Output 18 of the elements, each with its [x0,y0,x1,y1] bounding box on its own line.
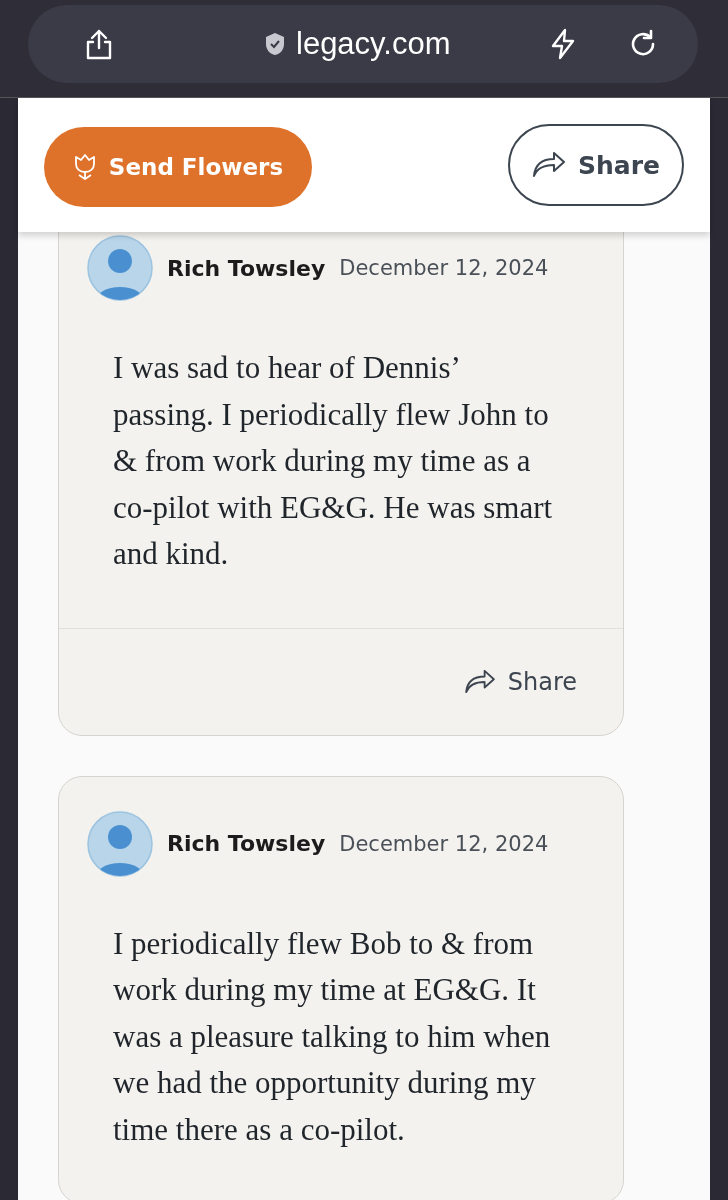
condolence-message: I was sad to hear of Dennis’ passing. I periodically flew John to & from work during my time as a co-pilot with EG&G. He was smart and kind. [113,349,553,573]
address-bar[interactable]: legacy.com [28,5,698,83]
shield-icon [264,32,286,56]
tulip-icon [72,153,97,181]
author-name: Rich Towsley [167,831,326,856]
lightning-icon[interactable] [550,28,576,60]
share-arrow-icon [532,152,566,178]
author-name: Rich Towsley [167,255,326,281]
post-date: December 12, 2024 [339,831,549,856]
share-link[interactable]: Share [457,666,583,697]
share-arrow-icon [463,669,496,694]
share-button[interactable]: Share [508,124,684,206]
avatar-icon [87,235,153,301]
condolence-message: I periodically flew Bob to & from work during my time at EG&G. It was a pleasure talking to him when we had the opportunity during my time there as a co-pilot. [113,924,552,1149]
avatar-icon [87,810,153,877]
url-text[interactable]: legacy.com [296,26,451,62]
post-date: December 12, 2024 [339,256,549,280]
share-icon[interactable] [84,28,114,60]
